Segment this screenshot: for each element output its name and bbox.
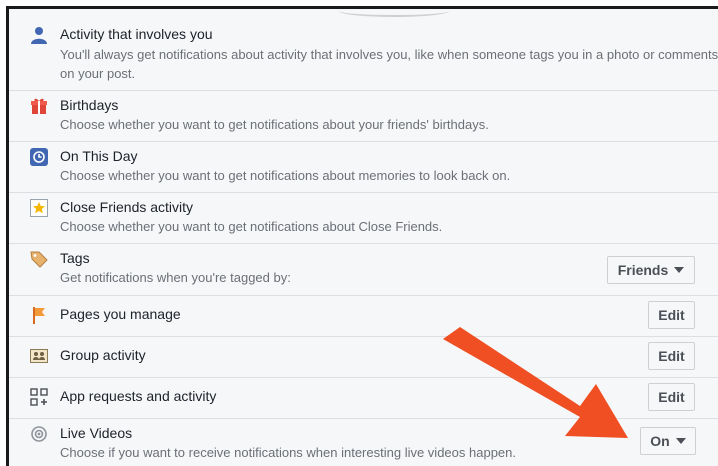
setting-title: Close Friends activity [60, 199, 194, 215]
caret-down-icon [675, 438, 686, 444]
clock-history-icon [29, 147, 49, 167]
setting-description: Choose whether you want to get notificat… [60, 117, 489, 132]
setting-description: Choose whether you want to get notificat… [60, 168, 511, 183]
setting-title: Group activity [60, 347, 146, 363]
star-icon [29, 198, 49, 218]
pages-edit-button[interactable]: Edit [648, 301, 695, 329]
setting-title: App requests and activity [60, 388, 217, 404]
setting-row-groups: Group activity Edit [9, 336, 718, 378]
setting-title: Birthdays [60, 97, 119, 113]
live-icon [29, 424, 49, 444]
dropdown-label: Friends [617, 262, 669, 278]
tag-icon [29, 249, 49, 269]
gift-icon [29, 96, 49, 116]
setting-row-on-this-day: On This Day Choose whether you want to g… [9, 141, 718, 193]
setting-row-birthdays: Birthdays Choose whether you want to get… [9, 90, 718, 142]
live-videos-dropdown[interactable]: On [640, 427, 696, 455]
person-icon [29, 25, 49, 45]
group-icon [29, 346, 49, 366]
flag-icon [29, 305, 49, 325]
groups-edit-button[interactable]: Edit [648, 342, 695, 370]
setting-title: Live Videos [60, 425, 133, 441]
setting-title: Tags [60, 250, 90, 266]
setting-description: You'll always get notifications about ac… [60, 47, 718, 81]
notification-settings-panel: Activity that involves you You'll always… [6, 6, 718, 466]
setting-row-apps: App requests and activity Edit [9, 377, 718, 419]
setting-title: Pages you manage [60, 306, 181, 322]
setting-row-pages: Pages you manage Edit [9, 295, 718, 337]
setting-title: On This Day [60, 148, 138, 164]
setting-row-live-videos: Live Videos Choose if you want to receiv… [9, 418, 718, 466]
setting-row-activity: Activity that involves you You'll always… [9, 9, 718, 91]
dropdown-label: On [650, 433, 670, 449]
caret-down-icon [674, 267, 685, 273]
setting-title: Activity that involves you [60, 26, 213, 42]
tags-audience-dropdown[interactable]: Friends [607, 256, 695, 284]
app-icon [29, 387, 49, 407]
setting-description: Choose whether you want to get notificat… [60, 219, 443, 234]
apps-edit-button[interactable]: Edit [648, 383, 695, 411]
setting-row-tags: Tags Get notifications when you're tagge… [9, 243, 718, 296]
setting-row-close-friends: Close Friends activity Choose whether yo… [9, 192, 718, 244]
setting-description: Choose if you want to receive notificati… [60, 445, 516, 460]
